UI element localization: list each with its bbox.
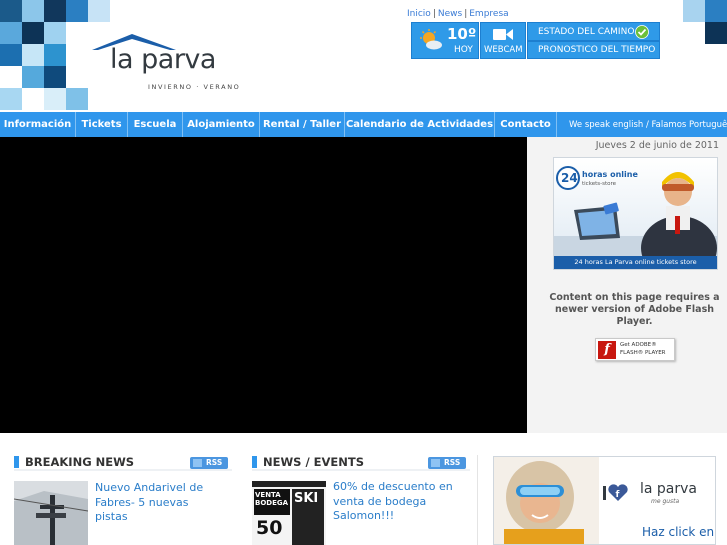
temperature-value: 10º — [447, 25, 477, 43]
poster-side-text: SKI — [294, 491, 319, 506]
breaking-news-header: BREAKING NEWS RSS — [14, 455, 232, 471]
news-events-title: NEWS / EVENTS — [263, 455, 365, 469]
mosaic-tile — [44, 66, 66, 88]
road-status-label: ESTADO DEL CAMINO — [538, 27, 635, 37]
link-news[interactable]: News — [438, 9, 462, 19]
mosaic-tile — [22, 0, 44, 22]
mosaic-tile — [0, 88, 22, 110]
mosaic-tile — [66, 88, 88, 110]
facebook-like-banner[interactable]: f la parva me gusta Haz click en — [493, 456, 716, 545]
chairlift-photo — [13, 481, 89, 545]
i-like-facebook-icon: f — [603, 484, 628, 501]
top-links: Inicio | News | Empresa — [407, 9, 509, 19]
language-note: We speak english / Falamos Português — [569, 120, 727, 130]
main-nav: Información Tickets Escuela Alojamiento … — [0, 112, 727, 137]
link-inicio[interactable]: Inicio — [407, 9, 431, 19]
weather-widget[interactable]: 10º HOY — [411, 22, 479, 59]
mosaic-tile — [22, 44, 44, 66]
news-events-image[interactable]: VENTA BODEGA 50 SKI — [252, 481, 326, 545]
get-flash-player-button[interactable]: f Get ADOBE® FLASH® PLAYER — [595, 338, 675, 361]
mosaic-tile — [683, 0, 705, 22]
webcam-label: WEBCAM — [484, 45, 523, 55]
news-events-link[interactable]: 60% de descuento en venta de bodega Salo… — [333, 480, 468, 524]
forecast-label: PRONOSTICO DEL TIEMPO — [538, 45, 656, 55]
poster-percent: 50 — [256, 517, 283, 539]
mosaic-tile — [88, 0, 110, 22]
logo-subtitle: INVIERNO · VERANO — [148, 83, 241, 91]
skier-photo — [494, 457, 599, 544]
nav-item-rental[interactable]: Rental / Taller — [260, 112, 345, 137]
fb-cta: Haz click en — [642, 525, 715, 539]
link-empresa[interactable]: Empresa — [469, 9, 508, 19]
weather-label: HOY — [454, 45, 473, 55]
banner-subline: horas online — [582, 170, 638, 179]
news-events-header: NEWS / EVENTS RSS — [252, 455, 470, 471]
mosaic-tile — [705, 22, 727, 44]
nav-item-tickets[interactable]: Tickets — [76, 112, 128, 137]
breaking-news-title: BREAKING NEWS — [25, 455, 135, 469]
forecast-button[interactable]: PRONOSTICO DEL TIEMPO — [527, 41, 660, 59]
tickets-store-banner[interactable]: 24 horas online tickets-store 24 horas L… — [553, 157, 718, 270]
nav-item-informacion[interactable]: Información — [0, 112, 76, 137]
mosaic-tile — [44, 0, 66, 22]
mosaic-tile — [44, 22, 66, 44]
mosaic-tile — [44, 44, 66, 66]
flash-badge-line2: FLASH® PLAYER — [620, 350, 666, 356]
nav-item-alojamiento[interactable]: Alojamiento — [183, 112, 260, 137]
banner-24: 24 — [561, 171, 578, 185]
mosaic-tile — [0, 0, 22, 22]
nav-item-calendario[interactable]: Calendario de Actividades — [345, 112, 495, 137]
mosaic-tile — [705, 0, 727, 22]
sun-cloud-icon — [420, 29, 442, 50]
mosaic-tile — [66, 0, 88, 22]
sidebar: Jueves 2 de junio de 2011 24 horas onlin… — [527, 137, 727, 433]
news-area: BREAKING NEWS RSS Nuevo Andarivel de Fab… — [0, 433, 727, 545]
banner-footer: 24 horas La Parva online tickets store — [554, 256, 717, 269]
mosaic-tile — [22, 66, 44, 88]
nav-item-contacto[interactable]: Contacto — [495, 112, 557, 137]
banner-small: tickets-store — [582, 181, 616, 187]
flash-logo-icon: f — [598, 341, 616, 359]
svg-text:f: f — [616, 490, 620, 500]
flash-badge-line1: Get ADOBE® — [620, 342, 657, 348]
road-status-button[interactable]: ESTADO DEL CAMINO — [527, 22, 660, 41]
flash-slideshow[interactable] — [0, 137, 527, 433]
la-parva-logo[interactable]: la parva INVIERNO · VERANO — [90, 30, 240, 96]
logo-text: la parva — [110, 44, 216, 75]
fb-brand-text: la parva — [640, 481, 698, 497]
breaking-news-link[interactable]: Nuevo Andarivel de Fabres- 5 nuevas pist… — [95, 481, 220, 525]
rss-icon — [193, 459, 202, 467]
current-date: Jueves 2 de junio de 2011 — [595, 140, 719, 151]
video-camera-icon — [493, 29, 513, 40]
check-circle-icon — [635, 25, 649, 39]
webcam-button[interactable]: WEBCAM — [480, 22, 526, 59]
mosaic-tile — [44, 88, 66, 110]
breaking-news-image[interactable] — [13, 481, 89, 545]
site-header: la parva INVIERNO · VERANO Inicio | News | E… — [0, 0, 727, 112]
breaking-rss-button[interactable]: RSS — [190, 457, 228, 469]
rss-icon — [431, 459, 440, 467]
events-rss-button[interactable]: RSS — [428, 457, 466, 469]
nav-item-escuela[interactable]: Escuela — [128, 112, 183, 137]
mosaic-tile — [22, 22, 44, 44]
poster-headline: VENTA BODEGA — [255, 491, 289, 507]
fb-tagline: me gusta — [651, 498, 680, 505]
flash-required-message: Content on this page requires a newer ve… — [549, 292, 720, 327]
mosaic-tile — [0, 22, 22, 44]
mosaic-tile — [0, 44, 22, 66]
